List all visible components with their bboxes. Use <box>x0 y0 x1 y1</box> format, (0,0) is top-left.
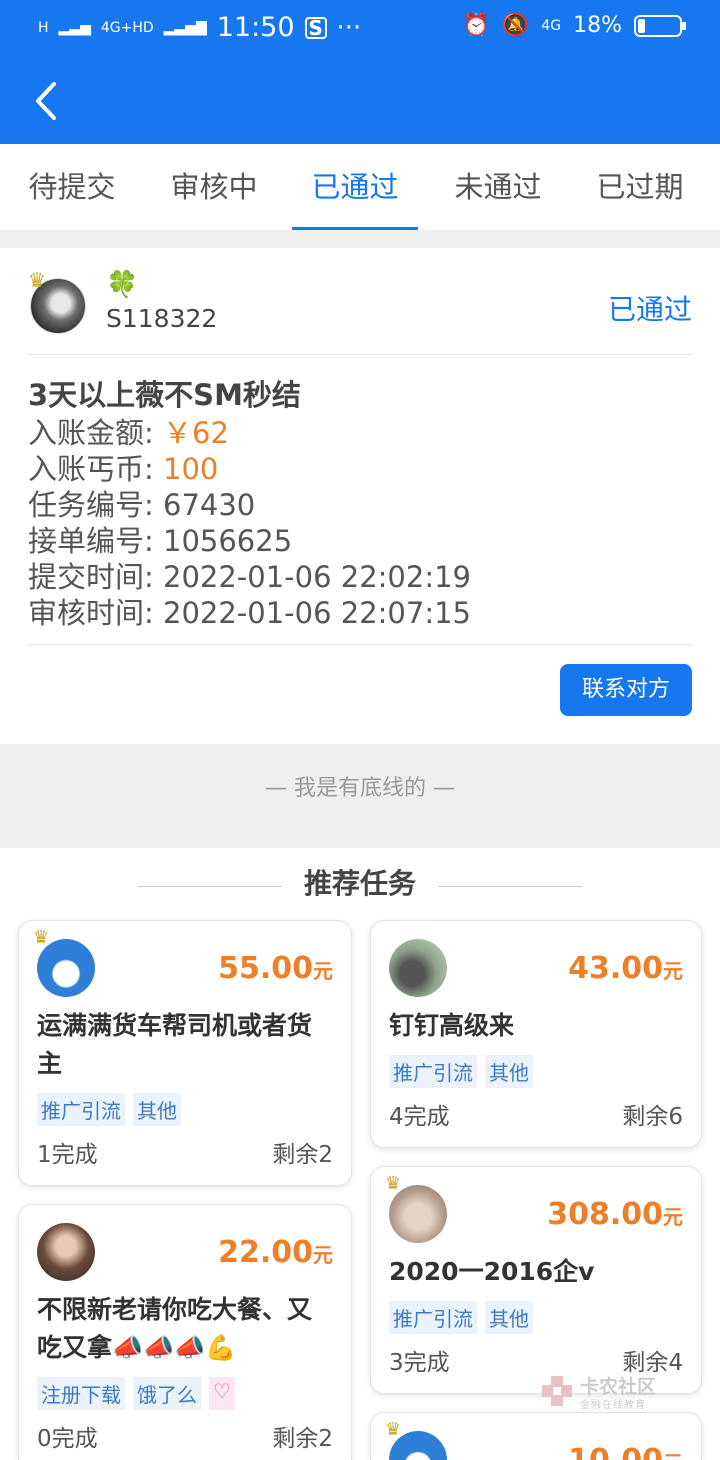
amount-label: 入账金额: <box>28 416 163 450</box>
signal-bars-icon: ▂▃▅ <box>58 19 91 36</box>
task-card[interactable]: ♛ 55.00元 运满满货车帮司机或者货主 推广引流 其他 1完成 剩余2 <box>18 920 352 1186</box>
tag: 推广引流 <box>37 1093 125 1126</box>
divider <box>28 644 692 645</box>
completed-count: 1完成 <box>37 1142 98 1168</box>
tab-expired[interactable]: 已过期 <box>568 144 712 230</box>
tag: 饿了么 <box>133 1377 201 1410</box>
watermark-subtitle: 金融在线教育 <box>580 1400 646 1411</box>
task-price: 10.00元 <box>568 1443 683 1460</box>
task-card[interactable]: 43.00元 钉钉高级来 推广引流 其他 4完成 剩余6 <box>370 920 702 1148</box>
tab-pending-submit[interactable]: 待提交 <box>0 144 144 230</box>
chevron-left-icon <box>36 82 56 120</box>
signal-bars-icon-2: ▂▃▅▇ <box>163 19 207 36</box>
avatar <box>37 1223 95 1281</box>
recommend-title: 推荐任务 <box>303 867 416 900</box>
clover-icon: 🍀 <box>106 270 139 300</box>
completed-count: 0完成 <box>37 1426 98 1452</box>
price-unit: 元 <box>663 1451 683 1460</box>
tag: 其他 <box>485 1301 533 1334</box>
task-title: 运满满货车帮司机或者货主 <box>37 1011 313 1078</box>
status-tabs: 待提交 审核中 已通过 未通过 已过期 <box>0 144 720 230</box>
back-button[interactable] <box>28 78 68 124</box>
network-4g-icon: 4G <box>541 17 562 34</box>
alarm-icon: ⏰ <box>462 13 490 38</box>
contact-button[interactable]: 联系对方 <box>560 664 692 716</box>
price-unit: 元 <box>313 1243 333 1267</box>
crown-icon: ♛ <box>28 268 46 292</box>
price-unit: 元 <box>663 959 683 983</box>
remaining-count: 剩余2 <box>272 1142 333 1168</box>
watermark-name: 卡农社区 <box>580 1376 657 1398</box>
task-title: 钉钉高级来 <box>389 1011 515 1040</box>
battery-icon <box>634 14 686 37</box>
tag: 推广引流 <box>389 1055 477 1088</box>
crown-icon: ♛ <box>385 1173 402 1194</box>
divider <box>28 354 692 355</box>
task-price: 55.00元 <box>218 951 333 986</box>
task-card[interactable]: 22.00元 不限新老请你吃大餐、又吃又拿📣📣📣💪 注册下载 饿了么 ♡ 0完成… <box>18 1204 352 1460</box>
task-price: 22.00元 <box>218 1235 333 1270</box>
battery-percent: 18% <box>573 13 622 38</box>
end-of-list-text: — 我是有底线的 — <box>265 776 455 801</box>
crown-icon: ♛ <box>385 1419 402 1440</box>
username: S118322 <box>106 304 218 333</box>
price-unit: 元 <box>663 1205 683 1229</box>
task-tags: 推广引流 其他 <box>389 1055 533 1088</box>
signal-4g-icon: 4G+HD <box>100 19 154 36</box>
app-header: H ▂▃▅ 4G+HD ▂▃▅▇ 11:50 S ··· ⏰ 🔕 4G 18% <box>0 0 720 144</box>
tag: 推广引流 <box>389 1301 477 1334</box>
tag: 其他 <box>485 1055 533 1088</box>
price-value: 55.00 <box>218 951 313 986</box>
order-status: 已通过 <box>607 293 692 326</box>
mute-icon: 🔕 <box>501 13 530 38</box>
more-notifications-icon: ··· <box>336 12 362 43</box>
order-task-title: 3天以上薇不SM秒结 <box>28 378 301 412</box>
task-card[interactable]: ♛ 10.00元 <box>370 1412 702 1460</box>
task-price: 43.00元 <box>568 951 683 986</box>
task-title: 不限新老请你吃大餐、又吃又拿📣📣📣💪 <box>37 1295 313 1362</box>
tab-rejected[interactable]: 未通过 <box>426 144 570 230</box>
completed-count: 4完成 <box>389 1104 450 1130</box>
remaining-count: 剩余2 <box>272 1426 333 1452</box>
crown-icon: ♛ <box>33 927 50 948</box>
review-time: 审核时间: 2022-01-06 22:07:15 <box>28 596 471 630</box>
task-price: 308.00元 <box>547 1197 683 1232</box>
status-bar: H ▂▃▅ 4G+HD ▂▃▅▇ 11:50 S ··· ⏰ 🔕 4G 18% <box>0 0 720 58</box>
price-value: 22.00 <box>218 1235 313 1270</box>
app-notification-icon: S <box>304 16 327 39</box>
remaining-count: 剩余6 <box>622 1104 683 1130</box>
task-tags: 推广引流 其他 <box>37 1093 181 1126</box>
price-value: 43.00 <box>568 951 663 986</box>
task-tags: 注册下载 饿了么 ♡ <box>37 1377 235 1410</box>
completed-count: 3完成 <box>389 1350 450 1376</box>
price-value: 10.00 <box>568 1443 663 1460</box>
amount-value: ￥62 <box>163 416 229 450</box>
coin-value: 100 <box>163 452 219 486</box>
price-value: 308.00 <box>547 1197 663 1232</box>
task-card[interactable]: ♛ 308.00元 2020一2016企v 推广引流 其他 3完成 剩余4 <box>370 1166 702 1394</box>
watermark: 卡农社区 金融在线教育 <box>540 1372 680 1412</box>
coin-label: 入账丐币: <box>28 452 163 486</box>
heart-tag: ♡ <box>209 1377 235 1410</box>
task-tags: 推广引流 其他 <box>389 1301 533 1334</box>
tag: 注册下载 <box>37 1377 125 1410</box>
avatar <box>389 939 447 997</box>
tag: 其他 <box>133 1093 181 1126</box>
signal-h-icon: H <box>38 19 49 36</box>
tab-under-review[interactable]: 审核中 <box>142 144 286 230</box>
task-title: 2020一2016企v <box>389 1257 595 1286</box>
kanong-logo-icon <box>542 1376 572 1406</box>
clock: 11:50 <box>216 12 295 43</box>
user-avatar[interactable]: ♛ <box>28 268 90 336</box>
price-unit: 元 <box>313 959 333 983</box>
tab-approved[interactable]: 已通过 <box>292 144 418 230</box>
